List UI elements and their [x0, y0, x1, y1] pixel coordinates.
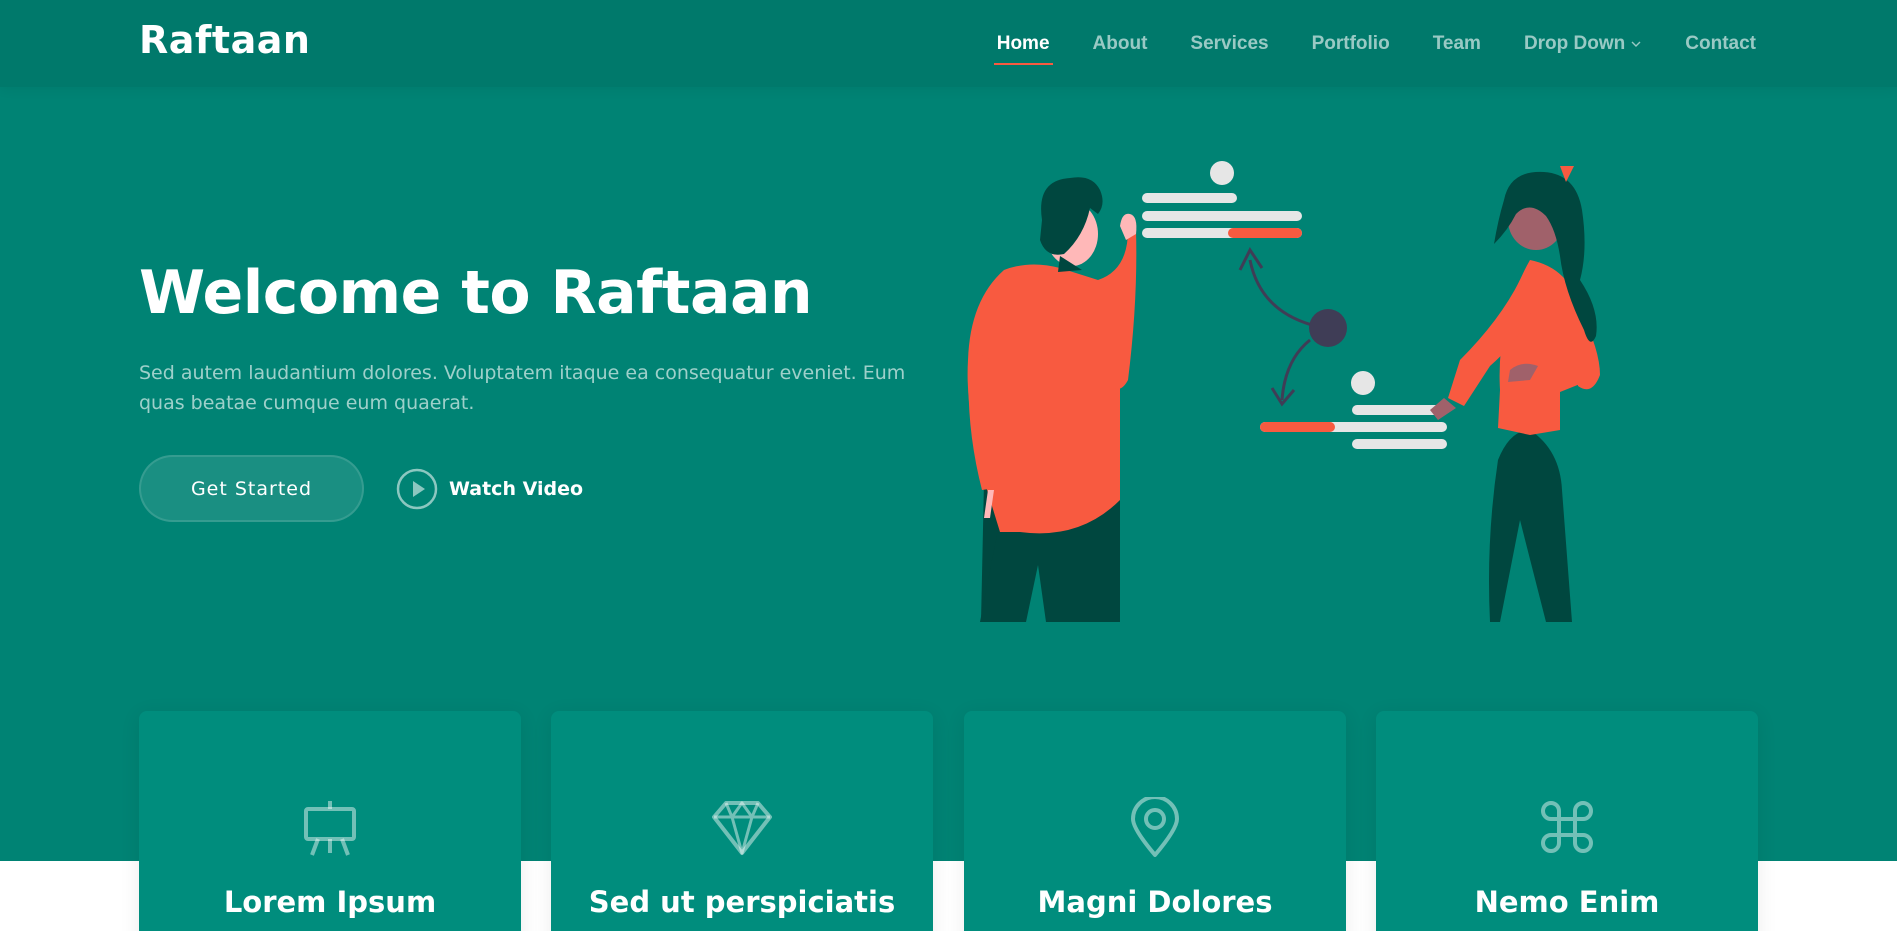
nav-portfolio-label: Portfolio — [1311, 32, 1390, 54]
chevron-down-icon — [1631, 41, 1641, 47]
brand-logo[interactable]: Raftaan — [139, 18, 310, 62]
main-nav: Home About Services Portfolio Team Drop … — [954, 0, 1756, 87]
feature-card-3[interactable]: Magni Dolores — [964, 711, 1346, 931]
nav-dropdown[interactable]: Drop Down — [1524, 33, 1642, 55]
nav-team[interactable]: Team — [1433, 33, 1481, 55]
feature-card-1[interactable]: Lorem Ipsum — [139, 711, 521, 931]
nav-services[interactable]: Services — [1190, 33, 1268, 55]
card-title: Magni Dolores — [1037, 885, 1273, 919]
hero-illustration — [967, 161, 1600, 622]
nav-services-label: Services — [1190, 32, 1269, 54]
woman-figure — [1430, 166, 1600, 622]
nav-home-label: Home — [996, 32, 1050, 54]
nav-home[interactable]: Home — [993, 32, 1053, 65]
card-title: Nemo Enim — [1474, 885, 1660, 919]
hero-title: Welcome to Raftaan — [139, 258, 813, 328]
card-title: Lorem Ipsum — [223, 885, 437, 919]
geo-pin-icon — [1131, 797, 1179, 857]
nav-about[interactable]: About — [1093, 33, 1148, 55]
command-icon — [1541, 801, 1593, 853]
top-chart-bars — [1142, 161, 1302, 238]
easel-icon — [304, 801, 356, 856]
feature-card-4[interactable]: Nemo Enim — [1376, 711, 1758, 931]
play-circle-icon — [396, 468, 438, 510]
watch-video-label: Watch Video — [449, 478, 584, 500]
get-started-button[interactable]: Get Started — [139, 455, 364, 522]
nav-dropdown-label: Drop Down — [1523, 32, 1626, 54]
connector-arrows — [1238, 247, 1347, 407]
card-title: Sed ut perspiciatis — [588, 885, 896, 919]
feature-card-2[interactable]: Sed ut perspiciatis — [551, 711, 933, 931]
site-header: Raftaan Home About Services Portfolio Te… — [0, 0, 1897, 87]
bottom-chart-bars — [1260, 371, 1447, 449]
nav-about-label: About — [1092, 32, 1148, 54]
gem-icon — [712, 801, 772, 855]
man-figure — [967, 177, 1137, 622]
nav-portfolio[interactable]: Portfolio — [1312, 33, 1390, 55]
nav-team-label: Team — [1432, 32, 1481, 54]
nav-contact[interactable]: Contact — [1685, 33, 1756, 55]
hero-text: Sed autem laudantium dolores. Voluptatem… — [139, 362, 906, 414]
nav-contact-label: Contact — [1685, 32, 1756, 54]
watch-video-button[interactable]: Watch Video — [396, 468, 583, 510]
